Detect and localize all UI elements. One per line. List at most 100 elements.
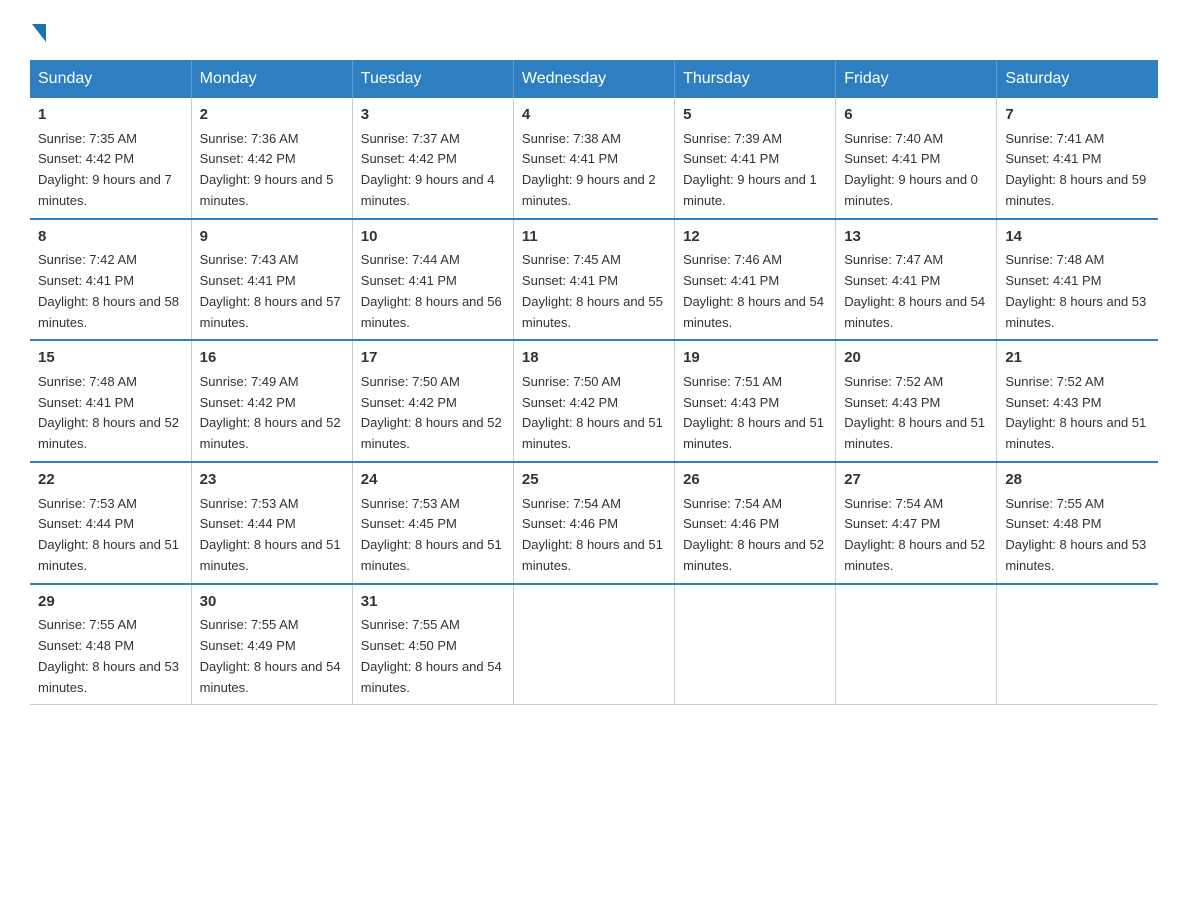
calendar-cell: 2 Sunrise: 7:36 AM Sunset: 4:42 PM Dayli… <box>191 98 352 219</box>
calendar-cell: 21 Sunrise: 7:52 AM Sunset: 4:43 PM Dayl… <box>997 340 1158 462</box>
day-number: 24 <box>361 469 505 492</box>
calendar-cell: 9 Sunrise: 7:43 AM Sunset: 4:41 PM Dayli… <box>191 219 352 341</box>
calendar-cell: 4 Sunrise: 7:38 AM Sunset: 4:41 PM Dayli… <box>513 98 674 219</box>
calendar-cell: 13 Sunrise: 7:47 AM Sunset: 4:41 PM Dayl… <box>836 219 997 341</box>
day-number: 4 <box>522 104 666 127</box>
day-info: Sunrise: 7:41 AM Sunset: 4:41 PM Dayligh… <box>1005 129 1150 212</box>
day-number: 29 <box>38 591 183 614</box>
day-number: 23 <box>200 469 344 492</box>
day-number: 9 <box>200 226 344 249</box>
calendar-cell: 15 Sunrise: 7:48 AM Sunset: 4:41 PM Dayl… <box>30 340 191 462</box>
day-number: 21 <box>1005 347 1150 370</box>
day-number: 20 <box>844 347 988 370</box>
header-day-friday: Friday <box>836 60 997 98</box>
day-info: Sunrise: 7:39 AM Sunset: 4:41 PM Dayligh… <box>683 129 827 212</box>
day-number: 12 <box>683 226 827 249</box>
calendar-cell: 16 Sunrise: 7:49 AM Sunset: 4:42 PM Dayl… <box>191 340 352 462</box>
calendar-week-row: 8 Sunrise: 7:42 AM Sunset: 4:41 PM Dayli… <box>30 219 1158 341</box>
day-info: Sunrise: 7:35 AM Sunset: 4:42 PM Dayligh… <box>38 129 183 212</box>
calendar-cell: 5 Sunrise: 7:39 AM Sunset: 4:41 PM Dayli… <box>675 98 836 219</box>
day-number: 26 <box>683 469 827 492</box>
day-number: 8 <box>38 226 183 249</box>
day-info: Sunrise: 7:46 AM Sunset: 4:41 PM Dayligh… <box>683 250 827 333</box>
header-day-sunday: Sunday <box>30 60 191 98</box>
day-info: Sunrise: 7:49 AM Sunset: 4:42 PM Dayligh… <box>200 372 344 455</box>
day-number: 16 <box>200 347 344 370</box>
day-info: Sunrise: 7:42 AM Sunset: 4:41 PM Dayligh… <box>38 250 183 333</box>
day-number: 13 <box>844 226 988 249</box>
calendar-cell: 12 Sunrise: 7:46 AM Sunset: 4:41 PM Dayl… <box>675 219 836 341</box>
day-number: 18 <box>522 347 666 370</box>
day-number: 25 <box>522 469 666 492</box>
day-number: 11 <box>522 226 666 249</box>
calendar-cell: 30 Sunrise: 7:55 AM Sunset: 4:49 PM Dayl… <box>191 584 352 705</box>
day-info: Sunrise: 7:52 AM Sunset: 4:43 PM Dayligh… <box>844 372 988 455</box>
calendar-cell <box>513 584 674 705</box>
calendar-cell: 27 Sunrise: 7:54 AM Sunset: 4:47 PM Dayl… <box>836 462 997 584</box>
day-number: 2 <box>200 104 344 127</box>
day-number: 19 <box>683 347 827 370</box>
calendar-cell: 3 Sunrise: 7:37 AM Sunset: 4:42 PM Dayli… <box>352 98 513 219</box>
calendar-week-row: 22 Sunrise: 7:53 AM Sunset: 4:44 PM Dayl… <box>30 462 1158 584</box>
header-day-wednesday: Wednesday <box>513 60 674 98</box>
page-header <box>30 20 1158 40</box>
day-info: Sunrise: 7:50 AM Sunset: 4:42 PM Dayligh… <box>522 372 666 455</box>
day-number: 22 <box>38 469 183 492</box>
day-info: Sunrise: 7:53 AM Sunset: 4:45 PM Dayligh… <box>361 494 505 577</box>
day-number: 5 <box>683 104 827 127</box>
calendar-cell: 7 Sunrise: 7:41 AM Sunset: 4:41 PM Dayli… <box>997 98 1158 219</box>
calendar-cell: 24 Sunrise: 7:53 AM Sunset: 4:45 PM Dayl… <box>352 462 513 584</box>
calendar-week-row: 29 Sunrise: 7:55 AM Sunset: 4:48 PM Dayl… <box>30 584 1158 705</box>
day-info: Sunrise: 7:50 AM Sunset: 4:42 PM Dayligh… <box>361 372 505 455</box>
day-info: Sunrise: 7:54 AM Sunset: 4:47 PM Dayligh… <box>844 494 988 577</box>
day-info: Sunrise: 7:37 AM Sunset: 4:42 PM Dayligh… <box>361 129 505 212</box>
calendar-cell: 10 Sunrise: 7:44 AM Sunset: 4:41 PM Dayl… <box>352 219 513 341</box>
calendar-table: SundayMondayTuesdayWednesdayThursdayFrid… <box>30 60 1158 705</box>
day-info: Sunrise: 7:44 AM Sunset: 4:41 PM Dayligh… <box>361 250 505 333</box>
day-info: Sunrise: 7:53 AM Sunset: 4:44 PM Dayligh… <box>38 494 183 577</box>
day-info: Sunrise: 7:43 AM Sunset: 4:41 PM Dayligh… <box>200 250 344 333</box>
calendar-cell <box>997 584 1158 705</box>
calendar-cell: 26 Sunrise: 7:54 AM Sunset: 4:46 PM Dayl… <box>675 462 836 584</box>
day-number: 3 <box>361 104 505 127</box>
calendar-cell: 14 Sunrise: 7:48 AM Sunset: 4:41 PM Dayl… <box>997 219 1158 341</box>
calendar-cell: 25 Sunrise: 7:54 AM Sunset: 4:46 PM Dayl… <box>513 462 674 584</box>
day-number: 10 <box>361 226 505 249</box>
calendar-cell: 18 Sunrise: 7:50 AM Sunset: 4:42 PM Dayl… <box>513 340 674 462</box>
calendar-header-row: SundayMondayTuesdayWednesdayThursdayFrid… <box>30 60 1158 98</box>
day-info: Sunrise: 7:48 AM Sunset: 4:41 PM Dayligh… <box>38 372 183 455</box>
day-info: Sunrise: 7:40 AM Sunset: 4:41 PM Dayligh… <box>844 129 988 212</box>
header-day-saturday: Saturday <box>997 60 1158 98</box>
calendar-cell: 11 Sunrise: 7:45 AM Sunset: 4:41 PM Dayl… <box>513 219 674 341</box>
day-number: 30 <box>200 591 344 614</box>
day-info: Sunrise: 7:38 AM Sunset: 4:41 PM Dayligh… <box>522 129 666 212</box>
day-number: 1 <box>38 104 183 127</box>
day-info: Sunrise: 7:36 AM Sunset: 4:42 PM Dayligh… <box>200 129 344 212</box>
calendar-cell <box>836 584 997 705</box>
day-info: Sunrise: 7:51 AM Sunset: 4:43 PM Dayligh… <box>683 372 827 455</box>
calendar-week-row: 15 Sunrise: 7:48 AM Sunset: 4:41 PM Dayl… <box>30 340 1158 462</box>
calendar-cell: 22 Sunrise: 7:53 AM Sunset: 4:44 PM Dayl… <box>30 462 191 584</box>
day-info: Sunrise: 7:52 AM Sunset: 4:43 PM Dayligh… <box>1005 372 1150 455</box>
day-number: 14 <box>1005 226 1150 249</box>
calendar-cell: 20 Sunrise: 7:52 AM Sunset: 4:43 PM Dayl… <box>836 340 997 462</box>
day-info: Sunrise: 7:45 AM Sunset: 4:41 PM Dayligh… <box>522 250 666 333</box>
day-info: Sunrise: 7:48 AM Sunset: 4:41 PM Dayligh… <box>1005 250 1150 333</box>
day-info: Sunrise: 7:47 AM Sunset: 4:41 PM Dayligh… <box>844 250 988 333</box>
calendar-cell: 29 Sunrise: 7:55 AM Sunset: 4:48 PM Dayl… <box>30 584 191 705</box>
day-number: 17 <box>361 347 505 370</box>
day-info: Sunrise: 7:54 AM Sunset: 4:46 PM Dayligh… <box>683 494 827 577</box>
day-number: 27 <box>844 469 988 492</box>
calendar-cell: 28 Sunrise: 7:55 AM Sunset: 4:48 PM Dayl… <box>997 462 1158 584</box>
calendar-cell: 1 Sunrise: 7:35 AM Sunset: 4:42 PM Dayli… <box>30 98 191 219</box>
day-info: Sunrise: 7:54 AM Sunset: 4:46 PM Dayligh… <box>522 494 666 577</box>
logo-arrow-icon <box>32 24 46 42</box>
day-info: Sunrise: 7:53 AM Sunset: 4:44 PM Dayligh… <box>200 494 344 577</box>
calendar-cell: 23 Sunrise: 7:53 AM Sunset: 4:44 PM Dayl… <box>191 462 352 584</box>
day-number: 6 <box>844 104 988 127</box>
logo <box>30 20 48 40</box>
day-info: Sunrise: 7:55 AM Sunset: 4:48 PM Dayligh… <box>38 615 183 698</box>
calendar-cell: 19 Sunrise: 7:51 AM Sunset: 4:43 PM Dayl… <box>675 340 836 462</box>
calendar-cell: 8 Sunrise: 7:42 AM Sunset: 4:41 PM Dayli… <box>30 219 191 341</box>
calendar-cell: 6 Sunrise: 7:40 AM Sunset: 4:41 PM Dayli… <box>836 98 997 219</box>
